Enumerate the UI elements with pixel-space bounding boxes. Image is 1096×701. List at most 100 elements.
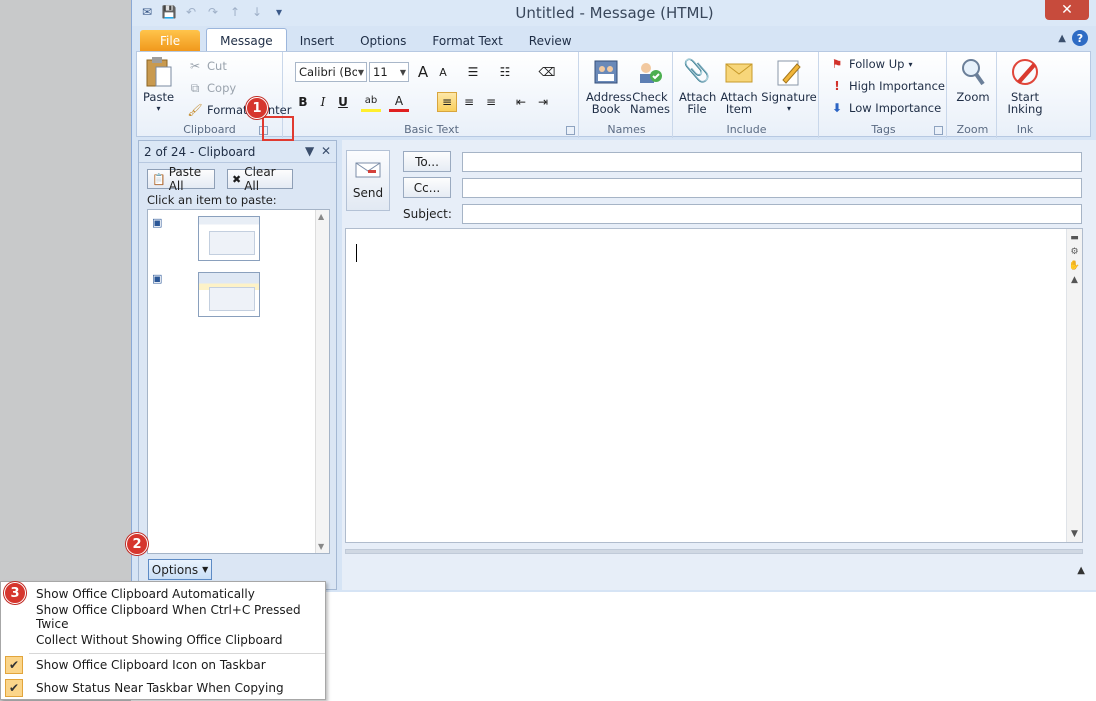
clipboard-options-button[interactable]: Options ▼ (148, 559, 212, 580)
start-inking-button[interactable]: Start Inking (1003, 56, 1047, 115)
cc-field[interactable] (462, 178, 1082, 198)
signature-icon (774, 56, 804, 88)
address-book-button[interactable]: Address Book (585, 56, 632, 116)
clipboard-launcher-highlight (262, 116, 294, 141)
to-field[interactable] (462, 152, 1082, 172)
font-size-combo[interactable]: 11 ▼ (369, 62, 409, 82)
align-right-button[interactable]: ≡ (481, 92, 501, 112)
attach-file-button[interactable]: 📎 Attach File (677, 56, 717, 116)
font-color-button[interactable]: A (389, 92, 409, 112)
align-left-button[interactable]: ≡ (437, 92, 457, 112)
menu-item-show-ctrl-c-twice[interactable]: Show Office Clipboard When Ctrl+C Presse… (1, 603, 325, 631)
tab-review[interactable]: Review (516, 30, 585, 52)
ribbon-group-tags: ⚑ Follow Up ▾ ! High Importance ⬇ Low Im… (821, 52, 947, 138)
compose-area: Send To... Cc... Subject: ▬ ⚙ ✋ ▲ ▼ ▲ (342, 140, 1096, 590)
scroll-up-icon[interactable]: ▲ (1068, 273, 1081, 286)
grow-font-button[interactable]: A (413, 62, 433, 82)
shrink-font-button[interactable]: A (433, 62, 453, 82)
menu-item-show-taskbar-icon[interactable]: ✔ Show Office Clipboard Icon on Taskbar (1, 654, 325, 676)
menu-item-label: Show Office Clipboard Icon on Taskbar (36, 658, 266, 672)
clipboard-scrollbar[interactable]: ▲ ▼ (315, 210, 329, 553)
zoom-button[interactable]: Zoom (953, 56, 993, 103)
menu-item-label: Show Office Clipboard Automatically (36, 587, 255, 601)
clear-all-icon: ✖ (232, 172, 242, 186)
check-names-button[interactable]: Check Names (629, 56, 671, 115)
expand-people-pane-icon[interactable]: ▲ (1077, 565, 1085, 576)
cut-button[interactable]: ✂ Cut (187, 58, 227, 74)
bold-button[interactable]: B (293, 92, 313, 112)
numbering-icon[interactable]: ☷ (495, 62, 515, 82)
address-book-label: Address Book (586, 90, 632, 116)
tab-file[interactable]: File (140, 30, 201, 52)
font-size-value: 11 (373, 65, 388, 79)
align-center-button[interactable]: ≡ (459, 92, 479, 112)
underline-button[interactable]: U (333, 92, 353, 112)
attach-item-button[interactable]: Attach Item (717, 56, 761, 115)
callout-2: 2 (126, 533, 148, 555)
low-importance-button[interactable]: ⬇ Low Importance (829, 100, 941, 116)
font-name-combo[interactable]: Calibri (Body) ▼ (295, 62, 367, 82)
increase-indent-button[interactable]: ⇥ (533, 92, 553, 112)
basic-text-dialog-launcher-icon[interactable] (566, 126, 575, 135)
minimize-ribbon-icon[interactable]: ▲ (1058, 33, 1066, 44)
title-bar: ✉ 💾 ↶ ↷ ↑ ↓ ▾ Untitled - Message (HTML) … (132, 0, 1096, 26)
body-scrollbar[interactable]: ▬ ⚙ ✋ ▲ ▼ (1066, 229, 1082, 542)
close-window-button[interactable]: ✕ (1045, 0, 1089, 20)
paste-button[interactable]: Paste ▾ (143, 56, 174, 115)
signature-button[interactable]: Signature ▾ (761, 56, 817, 115)
decrease-indent-button[interactable]: ⇤ (511, 92, 531, 112)
subject-field[interactable] (462, 204, 1082, 224)
clipboard-item[interactable]: ▣ (152, 272, 260, 317)
scroll-down-icon[interactable]: ▼ (1068, 527, 1081, 540)
clear-formatting-icon[interactable]: ⌫ (537, 62, 557, 82)
tags-dialog-launcher-icon[interactable] (934, 126, 943, 135)
bullets-icon[interactable]: ☰ (463, 62, 483, 82)
magnifier-icon (958, 56, 988, 88)
menu-item-collect-without-showing[interactable]: Collect Without Showing Office Clipboard (1, 629, 325, 651)
tab-format-text[interactable]: Format Text (419, 30, 515, 52)
highlight-color-button[interactable]: ab (361, 92, 381, 112)
clipboard-item[interactable]: ▣ (152, 216, 260, 261)
include-group-label: Include (726, 123, 767, 136)
view-options-icon[interactable]: ⚙ (1068, 245, 1081, 258)
high-importance-button[interactable]: ! High Importance (829, 78, 945, 94)
send-icon (354, 161, 382, 182)
menu-item-label: Show Office Clipboard When Ctrl+C Presse… (36, 603, 301, 631)
message-body[interactable]: ▬ ⚙ ✋ ▲ ▼ (345, 228, 1083, 543)
follow-up-button[interactable]: ⚑ Follow Up ▾ (829, 56, 913, 72)
scroll-up-icon[interactable]: ▲ (318, 212, 324, 221)
pan-hand-icon[interactable]: ✋ (1068, 259, 1081, 272)
paste-all-button[interactable]: 📋 Paste All (147, 165, 215, 193)
envelope-icon (724, 56, 754, 88)
tab-options[interactable]: Options (347, 30, 419, 52)
follow-up-label: Follow Up (849, 57, 905, 71)
options-label: Options (151, 562, 199, 577)
tab-message[interactable]: Message (206, 28, 287, 52)
tab-insert[interactable]: Insert (287, 30, 347, 52)
send-button[interactable]: Send (346, 150, 390, 211)
exclamation-icon: ! (834, 79, 840, 93)
copy-button[interactable]: ⧉ Copy (187, 80, 236, 96)
help-icon[interactable]: ? (1072, 30, 1088, 46)
ink-group-label: Ink (1016, 123, 1034, 136)
scissors-icon: ✂ (189, 59, 201, 73)
clipboard-items-list: ▣ ▣ ▲ ▼ (147, 209, 330, 554)
people-pane-splitter[interactable] (345, 549, 1083, 554)
italic-button[interactable]: I (313, 92, 333, 112)
paintbrush-icon: 🖌 (187, 103, 203, 117)
clear-all-label: Clear All (244, 165, 276, 193)
cc-button[interactable]: Cc... (403, 177, 451, 198)
to-button[interactable]: To... (403, 151, 451, 172)
pane-menu-chevron-icon[interactable]: ▼ (305, 144, 314, 158)
clipboard-pane-title: 2 of 24 - Clipboard (144, 145, 256, 159)
menu-item-show-automatically[interactable]: Show Office Clipboard Automatically (1, 583, 325, 605)
arrow-down-icon: ⬇ (831, 101, 843, 115)
start-inking-label: Start Inking (1007, 90, 1043, 116)
chevron-down-icon: ▼ (399, 67, 406, 77)
ruler-toggle-icon[interactable]: ▬ (1068, 231, 1081, 244)
clear-all-button[interactable]: ✖ Clear All (227, 165, 293, 193)
menu-item-show-status-near-taskbar[interactable]: ✔ Show Status Near Taskbar When Copying (1, 677, 325, 699)
callout-3: 3 (4, 582, 26, 604)
close-pane-icon[interactable]: ✕ (321, 144, 331, 158)
scroll-down-icon[interactable]: ▼ (318, 542, 324, 551)
